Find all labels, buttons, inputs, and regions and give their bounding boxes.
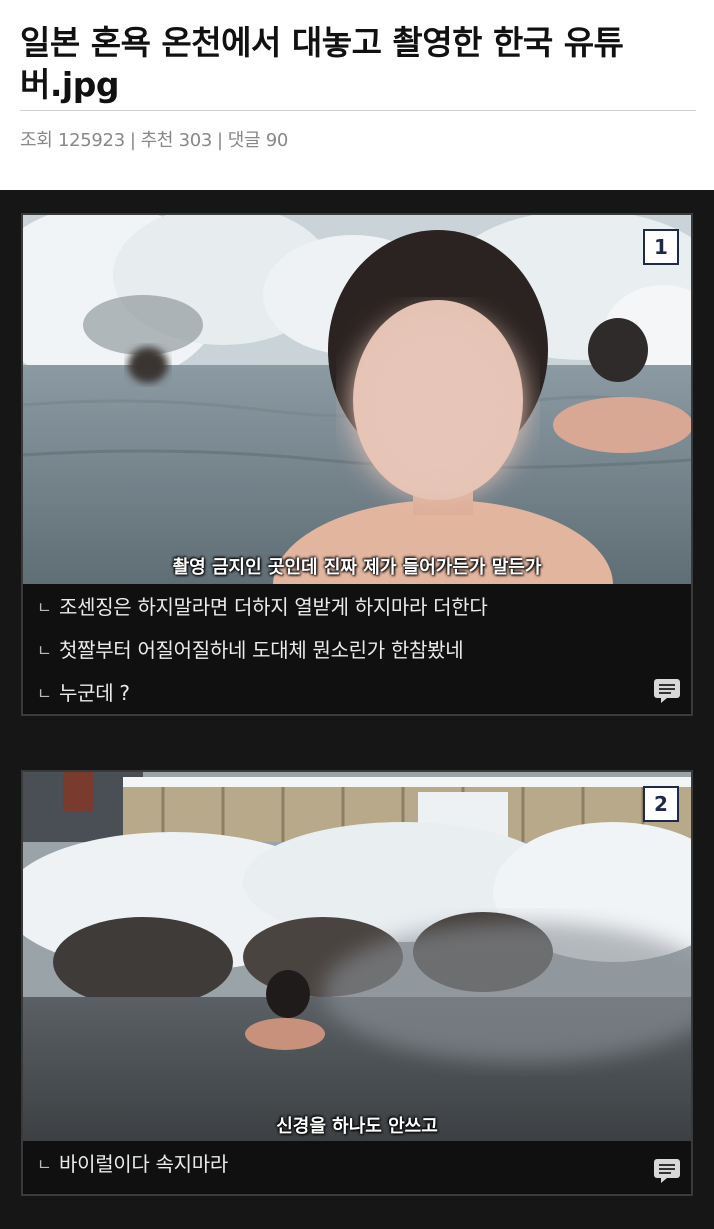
chat-bubble-icon[interactable] bbox=[653, 1158, 681, 1184]
reply-arrow-icon: ㄴ bbox=[37, 640, 52, 660]
comment-list-1: ㄴ 조센징은 하지말라면 더하지 열받게 하지마라 더한다 ㄴ 첫짤부터 어질어… bbox=[23, 584, 691, 713]
recommend-count: 추천 303 bbox=[140, 130, 213, 151]
video-subtitle: 신경을 하나도 안쓰고 bbox=[276, 1116, 438, 1137]
comment-text: 누군데 ? bbox=[59, 681, 130, 705]
comment-text: 첫짤부터 어질어질하네 도대체 뭔소린가 한참봤네 bbox=[59, 638, 464, 662]
photo-1-illustration bbox=[23, 215, 691, 584]
comment-text: 조센징은 하지말라면 더하지 열받게 하지마라 더한다 bbox=[59, 595, 488, 619]
chat-bubble-icon[interactable] bbox=[653, 678, 681, 704]
reply-arrow-icon: ㄴ bbox=[37, 1154, 52, 1174]
video-subtitle: 촬영 금지인 곳인데 진짜 제가 들어가든가 말든가 bbox=[172, 557, 542, 578]
comment-item[interactable]: ㄴ 첫짤부터 어질어질하네 도대체 뭔소린가 한참봤네 bbox=[23, 627, 691, 670]
meta-separator: | bbox=[217, 130, 223, 151]
title-divider bbox=[20, 110, 696, 111]
meta-separator: | bbox=[129, 130, 136, 151]
comment-list-2: ㄴ 바이럴이다 속지마라 bbox=[23, 1141, 691, 1184]
post-content: 1 촬영 금지인 곳인데 진짜 제가 들어가든가 말든가 ㄴ 조센징은 하지말라… bbox=[0, 190, 714, 1229]
view-count: 조회 125923 bbox=[20, 130, 125, 151]
comment-item[interactable]: ㄴ 조센징은 하지말라면 더하지 열받게 하지마라 더한다 bbox=[23, 584, 691, 627]
onsen-photo-1[interactable]: 1 촬영 금지인 곳인데 진짜 제가 들어가든가 말든가 bbox=[23, 215, 691, 584]
comment-item[interactable]: ㄴ 누군데 ? bbox=[23, 670, 691, 713]
comment-text: 바이럴이다 속지마라 bbox=[59, 1152, 228, 1176]
reply-arrow-icon: ㄴ bbox=[37, 683, 52, 703]
image-card-1: 1 촬영 금지인 곳인데 진짜 제가 들어가든가 말든가 ㄴ 조센징은 하지말라… bbox=[21, 213, 693, 716]
reply-arrow-icon: ㄴ bbox=[37, 597, 52, 617]
image-number-badge: 2 bbox=[643, 786, 679, 822]
onsen-photo-2[interactable]: 2 신경을 하나도 안쓰고 bbox=[23, 772, 691, 1141]
post-title: 일본 혼욕 온천에서 대놓고 촬영한 한국 유튜버.jpg bbox=[20, 23, 624, 104]
comment-item[interactable]: ㄴ 바이럴이다 속지마라 bbox=[23, 1141, 691, 1184]
image-number-badge: 1 bbox=[643, 229, 679, 265]
post-header: 일본 혼욕 온천에서 대놓고 촬영한 한국 유튜버.jpg 조회 125923 |… bbox=[0, 0, 714, 190]
photo-2-illustration bbox=[23, 772, 691, 1141]
image-card-2: 2 신경을 하나도 안쓰고 ㄴ 바이럴이다 속지마라 bbox=[21, 770, 693, 1196]
post-meta: 조회 125923 | 추천 303 | 댓글 90 bbox=[20, 126, 288, 152]
comment-count[interactable]: 댓글 90 bbox=[228, 130, 289, 151]
